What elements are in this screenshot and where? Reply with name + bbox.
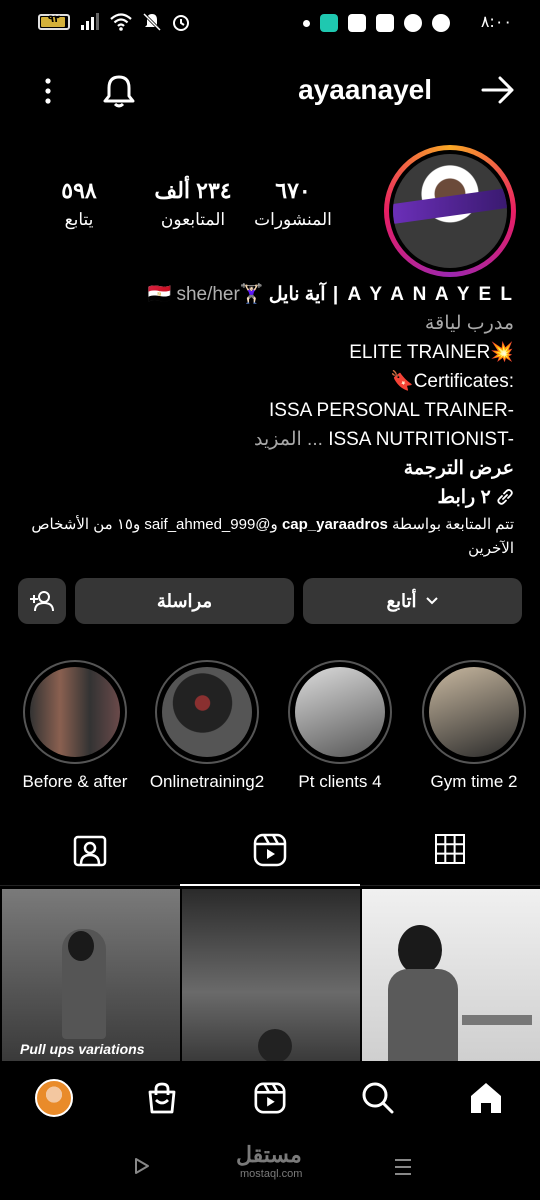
bio-line-2: 🔖Certificates:	[390, 371, 514, 392]
nav-home[interactable]	[466, 1078, 506, 1118]
xbox-icon	[404, 14, 422, 32]
follow-label: أتابع	[386, 590, 417, 611]
followers-stat[interactable]: ٢٣٤ ألف المتابعون	[138, 178, 248, 230]
highlight-label: Onlinetraining2	[149, 772, 265, 791]
messenger-icon	[432, 14, 450, 32]
links-label: ٢ رابط	[437, 487, 491, 508]
profile-stats: ٦٧٠ المنشورات ٢٣٤ ألف المتابعون ٥٩٨ يتاب…	[30, 178, 360, 248]
back-arrow-icon[interactable]	[480, 74, 516, 110]
reel-thumbnail[interactable]: Pull ups variations	[2, 889, 180, 1061]
highlight-item[interactable]: Onlinetraining2	[142, 660, 272, 792]
battery-level: ٩٢	[47, 14, 61, 25]
story-highlights: Gym time 2 Pt clients 4 Onlinetraining2 …	[0, 660, 540, 800]
add-user-button[interactable]	[18, 578, 66, 624]
tab-tagged[interactable]	[0, 832, 180, 886]
profile-username: ayaanayel	[298, 74, 432, 105]
tab-reels[interactable]	[180, 832, 360, 886]
add-user-icon	[30, 591, 54, 612]
reels-icon	[253, 833, 287, 867]
follow-button[interactable]: أتابع	[303, 578, 522, 624]
shop-bag-icon	[148, 1082, 176, 1114]
signal-icon	[81, 13, 99, 30]
profile-header: ayaanayel	[0, 62, 540, 118]
reels-icon	[254, 1082, 286, 1114]
posts-label: المنشورات	[254, 210, 332, 229]
reel-caption: Pull ups variations	[20, 1041, 145, 1057]
highlight-item[interactable]: Before & after	[10, 660, 140, 792]
nav-reels[interactable]	[250, 1078, 290, 1118]
highlight-item[interactable]: Gym time 2	[409, 660, 539, 792]
category-label: مدرب لياقة	[424, 313, 514, 334]
highlight-item[interactable]: Pt clients 4	[275, 660, 405, 792]
highlight-label: Pt clients 4	[298, 772, 382, 791]
posts-count: ٦٧٠	[275, 178, 311, 203]
posts-stat[interactable]: ٦٧٠ المنشورات	[238, 178, 348, 230]
message-button[interactable]: مراسلة	[75, 578, 294, 624]
bio-line-1: ELITE TRAINER💥	[349, 342, 514, 363]
tagged-icon	[73, 835, 107, 867]
chevron-down-icon	[425, 597, 438, 605]
pronouns: she/her	[176, 284, 240, 305]
mute-icon	[142, 12, 162, 32]
alarm-icon	[173, 15, 189, 31]
links-row[interactable]: ٢ رابط	[24, 483, 514, 512]
avatar-photo	[393, 154, 507, 268]
profile-avatar-icon	[35, 1079, 73, 1117]
watermark-logo: مستقل	[236, 1142, 302, 1167]
bio-line-4: ISSA NUTRITIONIST-	[328, 429, 514, 450]
grid-icon	[435, 834, 465, 864]
translate-link[interactable]: عرض الترجمة	[24, 454, 514, 483]
nav-shop[interactable]	[142, 1078, 182, 1118]
reels-grid: Pull ups variations	[0, 889, 540, 1061]
message-label: مراسلة	[156, 590, 213, 611]
clock: ٨:٠٠	[480, 12, 512, 31]
followed-by[interactable]: تتم المتابعة بواسطة cap_yaraadros و@saif…	[24, 513, 514, 561]
back-nav-icon[interactable]	[132, 1156, 152, 1176]
following-count: ٥٩٨	[61, 178, 97, 203]
chat-app-icon	[320, 14, 338, 32]
bottom-navigation	[0, 1062, 540, 1136]
profile-avatar[interactable]	[384, 145, 516, 277]
status-left: ٩٢	[38, 12, 190, 32]
link-icon	[497, 489, 513, 505]
youtube-icon	[348, 14, 366, 32]
highlight-label: Gym time 2	[430, 772, 518, 791]
search-icon	[362, 1082, 394, 1114]
nav-profile[interactable]	[34, 1078, 74, 1118]
notification-icons	[303, 14, 450, 32]
reel-thumbnail[interactable]	[182, 889, 360, 1061]
highlight-cover	[295, 667, 385, 757]
highlight-cover	[162, 667, 252, 757]
reel-thumbnail[interactable]	[362, 889, 540, 1061]
followers-label: المتابعون	[160, 210, 226, 229]
battery-icon: ٩٢	[38, 14, 70, 30]
wifi-icon	[110, 13, 132, 31]
home-icon	[471, 1083, 501, 1113]
nav-search[interactable]	[358, 1078, 398, 1118]
highlight-cover	[30, 667, 120, 757]
following-label: يتابع	[64, 210, 94, 229]
bio-line-3: ISSA PERSONAL TRAINER-	[269, 400, 514, 421]
profile-bio: A Y A N A Y E L | آية نايل 🏋🏻‍♀️🇪🇬 she/h…	[24, 280, 515, 512]
status-bar: ٩٢ ٨:٠٠	[0, 0, 540, 46]
bell-icon[interactable]	[100, 72, 138, 114]
highlight-label: Before & after	[22, 772, 128, 791]
following-stat[interactable]: ٥٩٨ يتابع	[24, 178, 134, 230]
dot-icon	[303, 19, 310, 27]
recents-nav-icon[interactable]	[392, 1156, 414, 1178]
instagram-icon	[376, 14, 394, 32]
followed-by-prefix: تتم المتابعة بواسطة	[387, 516, 514, 533]
watermark-url: mostaql.com	[240, 1168, 303, 1180]
highlight-cover	[429, 667, 519, 757]
followers-count: ٢٣٤ ألف	[154, 178, 232, 203]
tab-grid[interactable]	[360, 832, 540, 886]
content-tabs	[0, 818, 540, 886]
followed-user-1: cap_yaraadros	[281, 516, 388, 533]
more-link[interactable]: ... المزيد	[254, 429, 323, 450]
more-options-icon[interactable]	[38, 76, 58, 106]
